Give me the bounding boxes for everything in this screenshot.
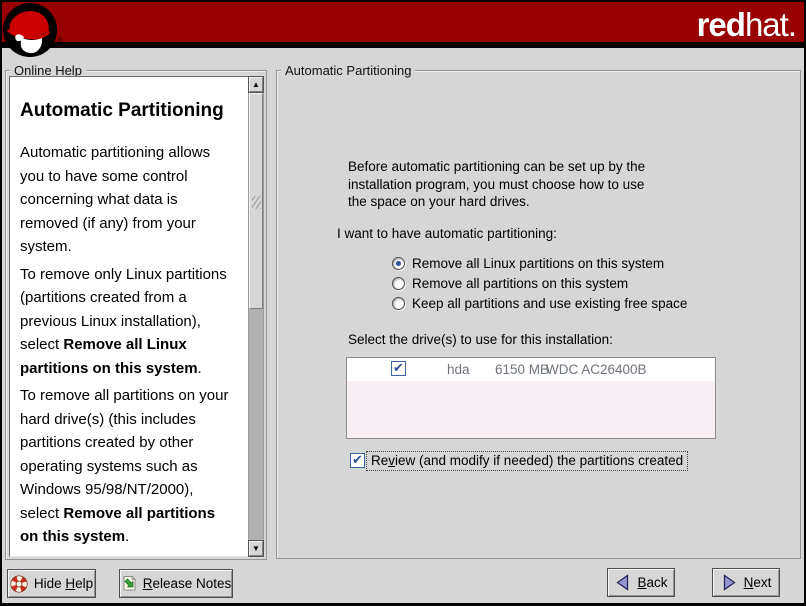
review-partitions-checkbox[interactable]: ✔ <box>350 453 365 468</box>
installer-screen: ® redhat. Online Help Automatic Partitio… <box>0 0 806 606</box>
intro-text: Before automatic partitioning can be set… <box>348 158 645 211</box>
scrollbar-thumb[interactable] <box>249 93 263 309</box>
scroll-down-icon: ▼ <box>252 545 260 553</box>
help-scrollbar[interactable]: ▲ ▼ <box>248 76 264 557</box>
partitioning-question-label: I want to have automatic partitioning: <box>337 225 557 243</box>
automatic-partitioning-frame: Automatic Partitioning <box>276 70 801 559</box>
scroll-up-button[interactable]: ▲ <box>249 77 263 92</box>
radio-label[interactable]: Remove all Linux partitions on this syst… <box>412 256 664 271</box>
radio-label[interactable]: Keep all partitions and use existing fre… <box>412 296 687 311</box>
table-row-hda[interactable]: ✔ hda 6150 MB WDC AC26400B <box>347 358 715 381</box>
drive-select-label: Select the drive(s) to use for this inst… <box>348 331 613 349</box>
drive-checkbox[interactable]: ✔ <box>391 361 406 376</box>
help-text-viewport: Automatic Partitioning Automatic partiti… <box>9 76 249 557</box>
drive-size-cell: 6150 MB <box>495 362 549 377</box>
back-button[interactable]: Back <box>607 568 675 597</box>
radio-remove-all-partitions[interactable]: Remove all partitions on this system <box>392 274 628 292</box>
help-paragraph-4-clipped: To retain your current data and <box>20 553 246 558</box>
help-paragraph-3: To remove all partitions on your hard dr… <box>20 384 246 549</box>
next-arrow-icon <box>721 573 738 592</box>
installer-window: ® redhat. Online Help Automatic Partitio… <box>2 2 804 603</box>
radio-button-icon[interactable] <box>392 297 405 310</box>
registered-trademark: ® <box>57 35 63 44</box>
online-help-frame: Online Help Automatic Partitioning Autom… <box>5 70 267 560</box>
automatic-partitioning-frame-label: Automatic Partitioning <box>281 63 415 78</box>
help-paragraph-2: To remove only Linux partitions (partiti… <box>20 263 246 381</box>
back-label: Back <box>637 575 667 590</box>
drive-model-cell: WDC AC26400B <box>546 362 647 377</box>
help-title: Automatic Partitioning <box>20 101 246 121</box>
radio-button-icon[interactable] <box>392 257 405 270</box>
radio-label[interactable]: Remove all partitions on this system <box>412 276 628 291</box>
scroll-up-icon: ▲ <box>252 81 260 89</box>
release-notes-button[interactable]: Release Notes <box>119 569 233 598</box>
scrollbar-grip-icon <box>252 196 261 209</box>
help-content: Automatic Partitioning Automatic partiti… <box>20 77 246 557</box>
header-banner <box>2 2 804 48</box>
hide-help-button[interactable]: Hide Help <box>7 569 96 598</box>
release-notes-label: Release Notes <box>143 576 232 591</box>
next-button[interactable]: Next <box>712 568 780 597</box>
brand-light-part: hat. <box>745 6 796 43</box>
scroll-down-button[interactable]: ▼ <box>249 541 263 556</box>
radio-keep-all-partitions[interactable]: Keep all partitions and use existing fre… <box>392 294 687 312</box>
life-buoy-icon <box>10 575 28 593</box>
redhat-shadowman-logo-icon <box>2 2 59 59</box>
release-notes-icon <box>121 575 137 592</box>
radio-remove-linux-partitions[interactable]: Remove all Linux partitions on this syst… <box>392 254 664 272</box>
redhat-logotype: redhat. <box>697 6 796 44</box>
hide-help-label: Hide Help <box>34 576 93 591</box>
brand-bold-part: red <box>697 6 745 43</box>
radio-button-icon[interactable] <box>392 277 405 290</box>
next-label: Next <box>744 575 772 590</box>
review-partitions-label[interactable]: Review (and modify if needed) the partit… <box>366 451 688 471</box>
help-paragraph-1: Automatic partitioning allows you to hav… <box>20 141 246 259</box>
back-arrow-icon <box>614 573 631 592</box>
drive-device-cell: hda <box>447 362 470 377</box>
drive-table[interactable]: ✔ hda 6150 MB WDC AC26400B <box>346 357 716 439</box>
